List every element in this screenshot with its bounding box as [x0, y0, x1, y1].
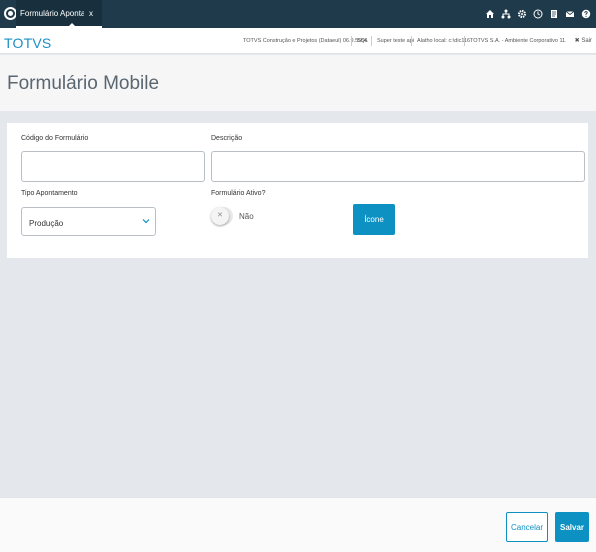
home-icon[interactable]	[482, 8, 498, 20]
divider	[371, 36, 372, 46]
user-info[interactable]: Super teste api	[377, 38, 414, 44]
type-label: Tipo Apontamento	[21, 190, 78, 197]
tab-active-indicator	[68, 23, 76, 27]
code-input[interactable]	[21, 151, 205, 182]
description-input[interactable]	[211, 151, 585, 182]
divider	[411, 36, 412, 46]
active-value: Não	[239, 212, 254, 221]
environment-info[interactable]: TOTVS S.A. - Ambiente Corporativo 11.5.X…	[470, 38, 566, 44]
toolbar-icons	[482, 8, 594, 20]
database-info: SQL	[357, 38, 369, 44]
document-icon[interactable]	[546, 8, 562, 20]
help-icon[interactable]	[578, 8, 594, 20]
description-label: Descrição	[211, 135, 243, 142]
info-bar: TOTVS TOTVS Construção e Projetos (Datae…	[0, 28, 596, 54]
form-card: Código do Formulário Descrição Tipo Apon…	[7, 123, 588, 258]
cancel-button[interactable]: Cancelar	[506, 512, 548, 542]
footer-bar: Cancelar Salvar	[0, 497, 596, 552]
page-header: Formulário Mobile	[0, 55, 596, 111]
active-label: Formulário Ativo?	[211, 190, 266, 197]
type-select[interactable]: Produção	[21, 207, 156, 236]
close-icon: ✖	[574, 38, 580, 44]
page-title: Formulário Mobile	[7, 73, 160, 94]
brand-logo[interactable]: TOTVS	[4, 35, 51, 51]
logout-label: Sair	[581, 38, 592, 44]
divider	[351, 36, 352, 46]
save-button[interactable]: Salvar	[555, 512, 589, 542]
tab-close-icon[interactable]: x	[89, 9, 93, 18]
local-info: Alatho local: c:\dic116	[417, 38, 471, 44]
type-select-value: Produção	[29, 219, 64, 228]
app-topbar: Formulário Apontamer x	[0, 0, 596, 28]
tab-label: Formulário Apontamer	[20, 9, 84, 18]
hierarchy-icon[interactable]	[498, 8, 514, 20]
icon-button[interactable]: Ícone	[353, 204, 395, 235]
company-info[interactable]: TOTVS Construção e Projetos (Dataeul) 06…	[243, 38, 367, 44]
divider	[464, 36, 465, 46]
chevron-down-icon	[142, 219, 150, 224]
tab-formulario-apontamento[interactable]: Formulário Apontamer x	[16, 0, 102, 28]
mail-icon[interactable]	[562, 8, 578, 20]
close-icon: ✕	[217, 212, 223, 219]
clock-icon[interactable]	[530, 8, 546, 20]
code-label: Código do Formulário	[21, 135, 89, 142]
logout-button[interactable]: ✖ Sair	[575, 37, 592, 44]
active-toggle[interactable]: ✕	[211, 207, 233, 225]
gear-icon[interactable]	[514, 8, 530, 20]
